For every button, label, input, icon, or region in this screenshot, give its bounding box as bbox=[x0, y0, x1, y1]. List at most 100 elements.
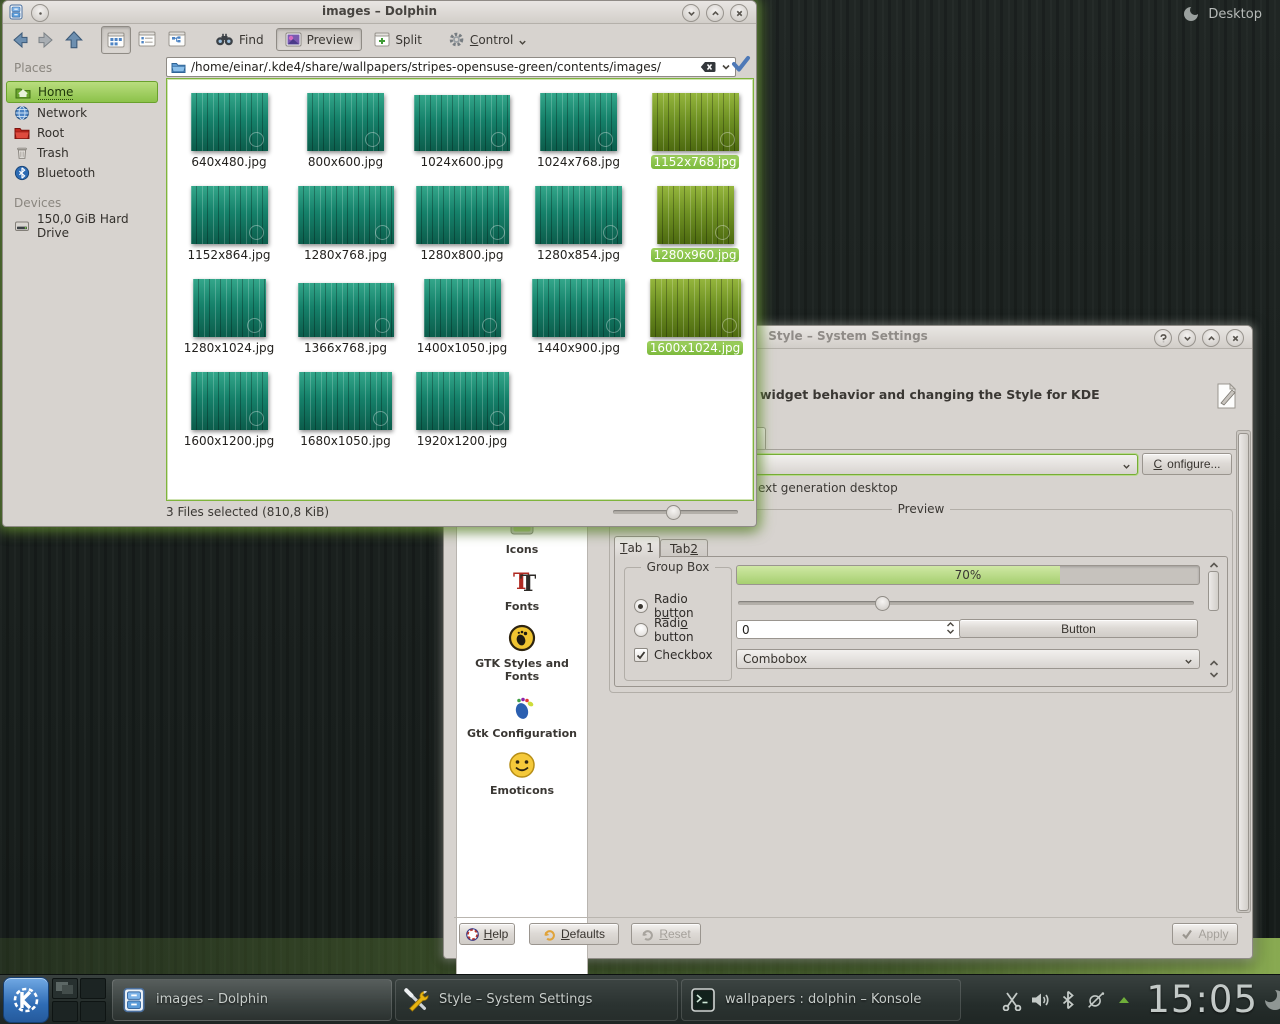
wallpaper-thumbnail[interactable] bbox=[652, 93, 739, 151]
columns-view-button[interactable] bbox=[163, 26, 191, 52]
radio-button-2[interactable] bbox=[634, 623, 648, 637]
file-item[interactable]: 1600x1200.jpg bbox=[173, 370, 285, 448]
place-item-bluetooth[interactable]: Bluetooth bbox=[6, 163, 162, 183]
device-item[interactable]: 150,0 GiB Hard Drive bbox=[6, 216, 162, 236]
task-button-3[interactable]: wallpapers : dolphin – Konsole bbox=[681, 979, 961, 1021]
help-titlebar-button[interactable] bbox=[1154, 329, 1172, 347]
task-button-2[interactable]: Style – System Settings bbox=[395, 979, 678, 1021]
wallpaper-thumbnail[interactable] bbox=[424, 279, 501, 337]
wallpaper-thumbnail[interactable] bbox=[298, 283, 394, 337]
wallpaper-thumbnail[interactable] bbox=[532, 279, 625, 337]
forward-button[interactable] bbox=[35, 29, 57, 51]
settings-module-emoticons[interactable]: Emoticons bbox=[457, 751, 587, 797]
split-button[interactable]: Split bbox=[366, 29, 430, 50]
close-button[interactable] bbox=[1226, 329, 1244, 347]
file-item[interactable]: 1152x768.jpg bbox=[639, 91, 751, 169]
back-button[interactable] bbox=[9, 29, 31, 51]
zoom-slider[interactable] bbox=[613, 510, 738, 514]
settings-module-gtk-styles-and-fonts[interactable]: GTK Styles and Fonts bbox=[457, 624, 587, 683]
zoom-slider-handle[interactable] bbox=[666, 505, 681, 520]
settings-module-fonts[interactable]: TTFonts bbox=[457, 567, 587, 613]
wallpaper-thumbnail[interactable] bbox=[416, 372, 509, 430]
location-accept-icon[interactable] bbox=[730, 54, 752, 74]
minimize-button[interactable] bbox=[1178, 329, 1196, 347]
configure-button[interactable]: Configure... bbox=[1142, 453, 1232, 475]
preview-toggle-button[interactable]: Preview bbox=[276, 28, 363, 51]
file-item[interactable]: 1366x768.jpg bbox=[290, 277, 402, 355]
defaults-button[interactable]: Defaults bbox=[529, 923, 619, 945]
digital-clock[interactable]: 15:05 bbox=[1146, 978, 1258, 1021]
wallpaper-thumbnail[interactable] bbox=[191, 186, 268, 244]
file-item[interactable]: 1152x864.jpg bbox=[173, 184, 285, 262]
wallpaper-thumbnail[interactable] bbox=[416, 186, 509, 244]
wallpaper-thumbnail[interactable] bbox=[299, 372, 392, 430]
file-item[interactable]: 1280x768.jpg bbox=[290, 184, 402, 262]
wallpaper-thumbnail[interactable] bbox=[657, 186, 734, 244]
demo-spinbox[interactable]: 0 bbox=[736, 620, 961, 639]
place-item-root[interactable]: Root bbox=[6, 123, 162, 143]
help-button[interactable]: Help bbox=[459, 923, 515, 945]
plasma-cashew-icon[interactable] bbox=[1182, 5, 1200, 23]
apply-button[interactable]: Apply bbox=[1172, 923, 1238, 945]
demo-slider[interactable] bbox=[738, 601, 1194, 605]
wallpaper-thumbnail[interactable] bbox=[298, 186, 394, 244]
file-item[interactable]: 1920x1200.jpg bbox=[406, 370, 518, 448]
file-item[interactable]: 1280x960.jpg bbox=[639, 184, 751, 262]
place-item-network[interactable]: Network bbox=[6, 103, 162, 123]
maximize-button[interactable] bbox=[1202, 329, 1220, 347]
wallpaper-thumbnail[interactable] bbox=[307, 93, 384, 151]
location-bar[interactable]: /home/einar/.kde4/share/wallpapers/strip… bbox=[166, 57, 736, 77]
settings-module-gtk-configuration[interactable]: Gtk Configuration bbox=[457, 694, 587, 740]
pager-desktop-4[interactable] bbox=[80, 1001, 106, 1022]
file-item[interactable]: 1280x800.jpg bbox=[406, 184, 518, 262]
file-item[interactable]: 1024x768.jpg bbox=[523, 91, 635, 169]
file-item[interactable]: 1024x600.jpg bbox=[406, 91, 518, 169]
file-item[interactable]: 640x480.jpg bbox=[173, 91, 285, 169]
wallpaper-thumbnail[interactable] bbox=[540, 93, 617, 151]
klipper-scissors-icon[interactable] bbox=[1001, 989, 1023, 1011]
file-item[interactable]: 1280x854.jpg bbox=[523, 184, 635, 262]
maximize-button[interactable] bbox=[706, 4, 724, 22]
demo-checkbox[interactable] bbox=[634, 648, 648, 662]
file-item[interactable]: 1600x1024.jpg bbox=[639, 277, 751, 355]
desktop-toolbox[interactable]: Desktop bbox=[1182, 5, 1262, 23]
demo-combobox[interactable]: Combobox bbox=[736, 649, 1200, 669]
file-item[interactable]: 1280x1024.jpg bbox=[173, 277, 285, 355]
radio-button-1[interactable] bbox=[634, 599, 648, 613]
wallpaper-thumbnail[interactable] bbox=[414, 95, 510, 151]
pager-desktop-2[interactable] bbox=[80, 978, 106, 999]
tab-1[interactable]: Tab 1 bbox=[614, 536, 660, 558]
wallpaper-thumbnail[interactable] bbox=[193, 279, 266, 337]
wallpaper-thumbnail[interactable] bbox=[650, 279, 741, 337]
close-button[interactable] bbox=[730, 4, 748, 22]
wallpaper-thumbnail[interactable] bbox=[191, 93, 268, 151]
place-item-trash[interactable]: Trash bbox=[6, 143, 162, 163]
file-view[interactable]: 640x480.jpg800x600.jpg1024x600.jpg1024x7… bbox=[166, 78, 754, 501]
clear-text-icon[interactable] bbox=[700, 61, 716, 73]
find-button[interactable]: Find bbox=[207, 29, 272, 50]
file-item[interactable]: 1680x1050.jpg bbox=[290, 370, 402, 448]
reset-button[interactable]: Reset bbox=[631, 923, 701, 945]
pager-desktop-1[interactable] bbox=[52, 978, 78, 999]
slider-handle[interactable] bbox=[875, 596, 890, 611]
dolphin-titlebar[interactable]: images – Dolphin bbox=[3, 1, 756, 24]
task-button-1[interactable]: images – Dolphin bbox=[112, 979, 392, 1021]
demo-button[interactable]: Button bbox=[959, 619, 1198, 638]
spin-up-down-icon[interactable] bbox=[946, 621, 955, 638]
place-item-home[interactable]: Home bbox=[6, 81, 158, 103]
file-item[interactable]: 1440x900.jpg bbox=[523, 277, 635, 355]
file-item[interactable]: 1400x1050.jpg bbox=[406, 277, 518, 355]
device-notifier-icon[interactable] bbox=[1085, 989, 1107, 1011]
bluetooth-tray-icon[interactable] bbox=[1057, 989, 1079, 1011]
up-button[interactable] bbox=[61, 29, 87, 51]
wallpaper-thumbnail[interactable] bbox=[191, 372, 268, 430]
icons-view-button[interactable] bbox=[101, 26, 131, 54]
desktop-pager[interactable] bbox=[52, 978, 106, 1022]
pager-desktop-3[interactable] bbox=[52, 1001, 78, 1022]
location-path[interactable]: /home/einar/.kde4/share/wallpapers/strip… bbox=[191, 60, 695, 74]
volume-icon[interactable] bbox=[1029, 989, 1051, 1011]
details-view-button[interactable] bbox=[133, 26, 161, 52]
panel-cashew-icon[interactable] bbox=[1262, 987, 1280, 1013]
kde-menu-button[interactable] bbox=[3, 977, 49, 1023]
tray-expander-icon[interactable] bbox=[1113, 989, 1135, 1011]
